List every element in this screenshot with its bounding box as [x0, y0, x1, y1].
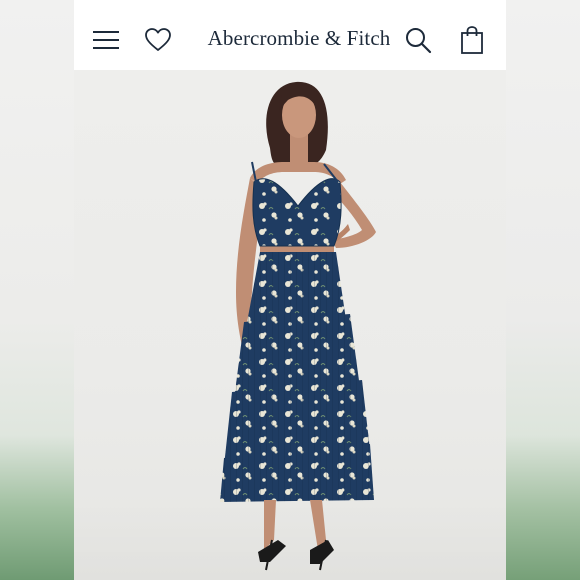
cart-button[interactable]: [452, 20, 492, 60]
shopping-bag-icon: [461, 26, 483, 54]
search-icon: [406, 28, 432, 54]
search-button[interactable]: [398, 20, 438, 60]
model-figure: [220, 81, 376, 571]
product-photo[interactable]: [74, 70, 506, 580]
right-backdrop: [506, 0, 580, 580]
menu-icon: [93, 31, 119, 49]
wishlist-button[interactable]: [138, 20, 178, 60]
top-nav-bar: Abercrombie & Fitch: [74, 0, 506, 70]
heart-icon: [145, 28, 171, 51]
brand-logo[interactable]: Abercrombie & Fitch: [184, 26, 414, 51]
left-backdrop: [0, 0, 74, 580]
app-screen: Abercrombie & Fitch: [74, 0, 506, 580]
menu-button[interactable]: [86, 20, 126, 60]
